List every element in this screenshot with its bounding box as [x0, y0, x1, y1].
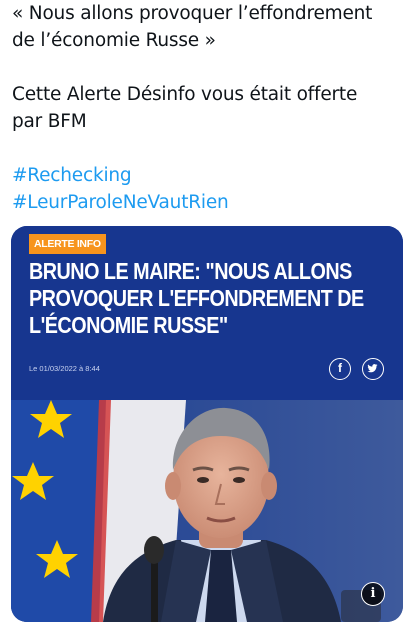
alert-badge: ALERTE INFO — [29, 234, 106, 254]
info-icon[interactable]: i — [361, 582, 385, 606]
tweet-text: « Nous allons provoquer l’effondrement d… — [12, 0, 404, 216]
tweet-line: par BFM — [12, 111, 87, 132]
publish-date: Le 01/03/2022 à 8:44 — [29, 364, 100, 373]
media-card[interactable]: ALERTE INFO BRUNO LE MAIRE: "NOUS ALLONS… — [11, 226, 403, 622]
card-headline: BRUNO LE MAIRE: "NOUS ALLONS PROVOQUER L… — [29, 258, 364, 339]
tweet-line: Cette Alerte Désinfo vous était offerte — [12, 84, 358, 105]
hashtag-rechecking[interactable]: #Rechecking — [12, 165, 132, 186]
headline-line: BRUNO LE MAIRE: "NOUS ALLONS — [29, 258, 352, 284]
twitter-icon[interactable] — [362, 358, 384, 380]
headline-line: L'ÉCONOMIE RUSSE" — [29, 312, 228, 338]
tweet-line: « Nous allons provoquer l’effondrement — [12, 3, 373, 24]
facebook-icon[interactable]: f — [329, 358, 351, 380]
card-header: ALERTE INFO BRUNO LE MAIRE: "NOUS ALLONS… — [11, 226, 403, 400]
bruno-le-maire-photo — [11, 400, 403, 622]
tweet-line: de l’économie Russe » — [12, 30, 216, 51]
headline-line: PROVOQUER L'EFFONDREMENT DE — [29, 285, 364, 311]
hashtag-leurparolenevautrien[interactable]: #LeurParoleNeVautRien — [12, 192, 229, 213]
